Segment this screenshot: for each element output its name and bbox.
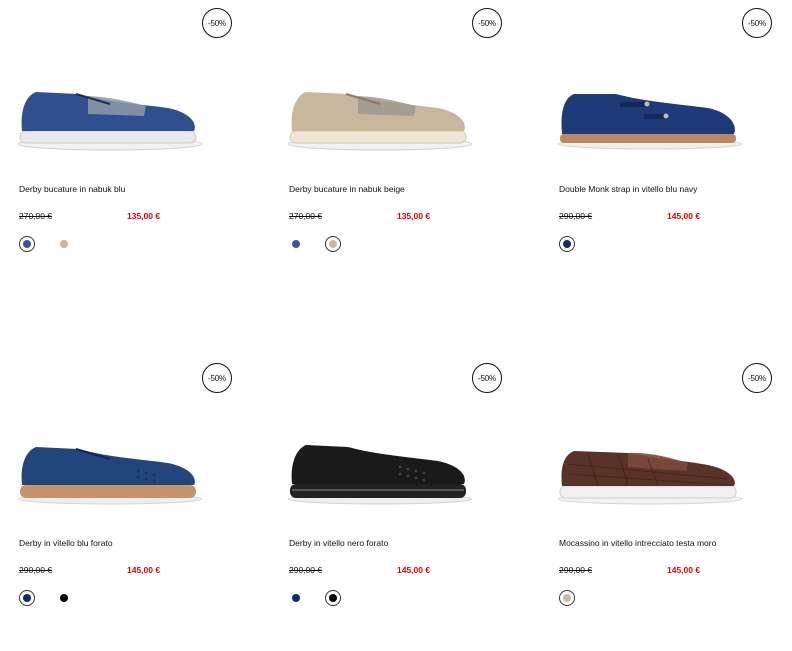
product-title[interactable]: Derby in vitello nero forato	[289, 538, 388, 548]
shoe-image[interactable]	[18, 419, 248, 529]
color-swatches	[289, 590, 341, 606]
shoe-image[interactable]	[288, 64, 518, 174]
product-title[interactable]: Double Monk strap in vitello blu navy	[559, 184, 697, 194]
color-swatch[interactable]	[19, 236, 35, 252]
color-swatch[interactable]	[289, 591, 303, 605]
discount-badge: -50%	[742, 363, 772, 393]
product-card[interactable]: -50% Double Monk strap in vitello blu na…	[558, 6, 792, 296]
product-card[interactable]: -50% Derby in vitello blu forato 290,00 …	[18, 361, 268, 651]
original-price: 270,00 €	[19, 211, 53, 221]
original-price: 270,00 €	[289, 211, 323, 221]
color-swatch[interactable]	[559, 590, 575, 606]
color-swatch[interactable]	[19, 590, 35, 606]
discount-badge: -50%	[202, 363, 232, 393]
color-swatch[interactable]	[57, 591, 71, 605]
discount-badge: -50%	[202, 8, 232, 38]
discount-badge: -50%	[472, 8, 502, 38]
color-swatch[interactable]	[559, 236, 575, 252]
sale-price: 145,00 €	[127, 565, 161, 575]
original-price: 290,00 €	[559, 565, 593, 575]
product-title[interactable]: Derby bucature in nabuk blu	[19, 184, 125, 194]
sale-price: 145,00 €	[667, 565, 701, 575]
shoe-image[interactable]	[288, 419, 518, 529]
original-price: 290,00 €	[19, 565, 53, 575]
discount-badge: -50%	[472, 363, 502, 393]
product-grid: -50% Derby bucature in nabuk blu 270,00 …	[0, 0, 792, 606]
color-swatches	[559, 236, 575, 252]
shoe-image[interactable]	[558, 64, 788, 174]
original-price: 290,00 €	[289, 565, 323, 575]
original-price: 290,00 €	[559, 211, 593, 221]
color-swatches	[19, 590, 71, 606]
color-swatch[interactable]	[325, 236, 341, 252]
color-swatches	[559, 590, 575, 606]
shoe-image[interactable]	[558, 419, 788, 529]
sale-price: 145,00 €	[397, 565, 431, 575]
sale-price: 145,00 €	[667, 211, 701, 221]
product-card[interactable]: -50% Derby bucature in nabuk blu 270,00 …	[18, 6, 268, 296]
sale-price: 135,00 €	[127, 211, 161, 221]
product-title[interactable]: Mocassino in vitello intrecciato testa m…	[559, 538, 716, 548]
product-card[interactable]: -50% Derby in vitello nero forato 290,00…	[288, 361, 538, 651]
color-swatch[interactable]	[57, 237, 71, 251]
color-swatches	[19, 236, 71, 252]
sale-price: 135,00 €	[397, 211, 431, 221]
product-card[interactable]: -50% Derby bucature in nabuk beige 270,0…	[288, 6, 538, 296]
product-card[interactable]: -50% Mocassino in vitello intrecciato te…	[558, 361, 792, 651]
shoe-image[interactable]	[18, 64, 248, 174]
color-swatch[interactable]	[289, 237, 303, 251]
discount-badge: -50%	[742, 8, 772, 38]
product-title[interactable]: Derby bucature in nabuk beige	[289, 184, 405, 194]
product-title[interactable]: Derby in vitello blu forato	[19, 538, 113, 548]
color-swatch[interactable]	[325, 590, 341, 606]
color-swatches	[289, 236, 341, 252]
